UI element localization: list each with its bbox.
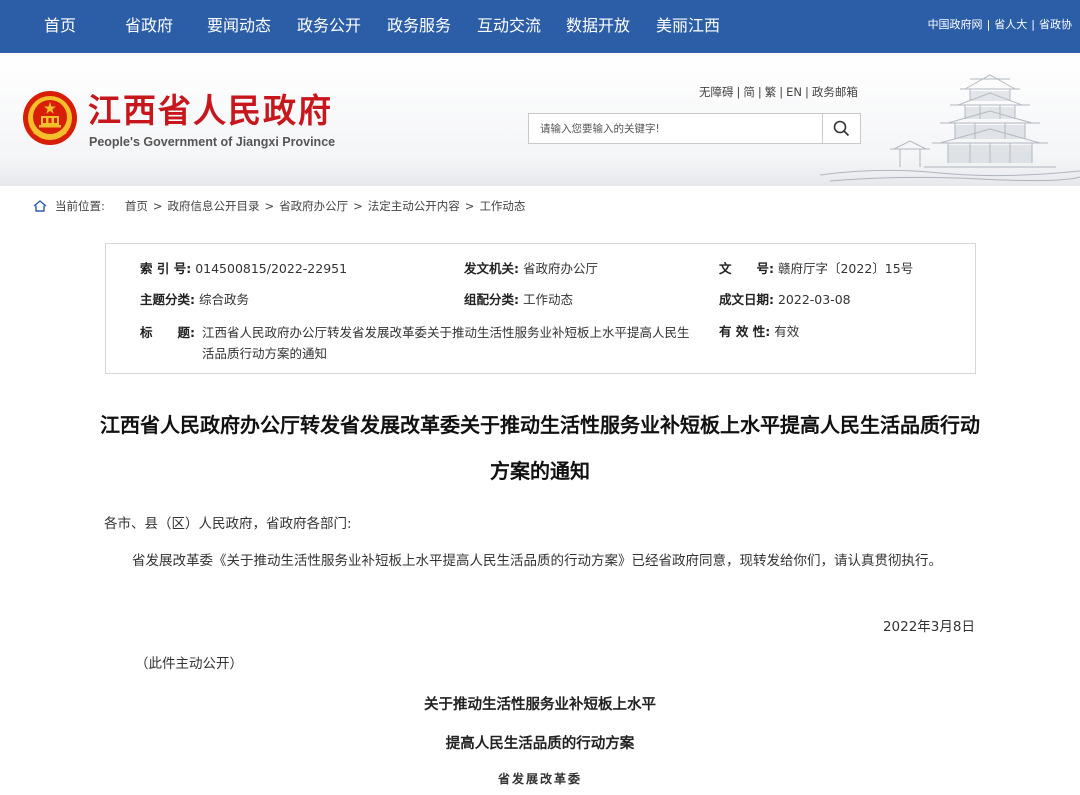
info-category-value: 工作动态	[522, 292, 573, 307]
article-title: 江西省人民政府办公厅转发省发展改革委关于推动生活性服务业补短板上水平提高人民生活…	[100, 413, 980, 483]
article-date: 2022年3月8日	[882, 619, 975, 635]
breadcrumb-public-content[interactable]: 法定主动公开内容	[368, 198, 460, 214]
info-docno-value: 赣府厅字〔2022〕15号	[777, 261, 914, 276]
plan-issuer: 省发展改革委	[497, 772, 582, 786]
nav-item-gov[interactable]: 省政府	[125, 15, 173, 37]
plan-title-line-1: 关于推动生活性服务业补短板上水平	[424, 697, 656, 713]
info-topic-value: 综合政务	[198, 292, 249, 307]
article-salutation: 各市、县（区）人民政府，省政府各部门:	[104, 516, 352, 532]
info-date-label: 成文日期:	[719, 292, 774, 307]
nav-item-home[interactable]: 首页	[44, 15, 76, 37]
link-provincial-cppcc[interactable]: 省政协	[1039, 18, 1072, 31]
info-category: 组配分类: 工作动态	[464, 290, 573, 310]
info-issuer: 发文机关: 省政府办公厅	[464, 259, 598, 279]
info-issuer-value: 省政府办公厅	[522, 261, 598, 276]
info-validity-label: 有 效 性:	[719, 324, 771, 339]
link-china-gov[interactable]: 中国政府网	[928, 18, 983, 31]
info-index-label: 索 引 号:	[140, 261, 192, 276]
search-input[interactable]	[529, 114, 823, 143]
search-box	[528, 113, 861, 144]
info-docno-label: 文 号:	[719, 261, 774, 276]
info-validity: 有 效 性: 有效	[719, 322, 799, 342]
breadcrumb-label: 当前位置:	[55, 199, 105, 213]
link-accessibility[interactable]: 无障碍	[699, 85, 734, 99]
nav-item-jiangxi[interactable]: 美丽江西	[656, 15, 720, 37]
top-right-links: 中国政府网 | 省人大 | 省政协	[927, 18, 1072, 31]
info-topic: 主题分类: 综合政务	[140, 290, 249, 310]
nav-item-interact[interactable]: 互动交流	[477, 15, 541, 37]
info-category-label: 组配分类:	[464, 292, 519, 307]
info-title-label: 标 题:	[140, 325, 195, 340]
nav-item-services[interactable]: 政务服务	[387, 15, 451, 37]
emblem-icon[interactable]	[22, 90, 78, 146]
link-simplified[interactable]: 简	[743, 85, 755, 99]
nav-item-news[interactable]: 要闻动态	[207, 15, 271, 37]
breadcrumb-general-office[interactable]: 省政府办公厅	[279, 198, 348, 214]
site-subtitle: People's Government of Jiangxi Province	[89, 135, 336, 149]
article-body: 省发展改革委《关于推动生活性服务业补短板上水平提高人民生活品质的行动方案》已经省…	[132, 553, 942, 569]
breadcrumb-info-directory[interactable]: 政府信息公开目录	[168, 198, 260, 214]
info-topic-label: 主题分类:	[140, 292, 195, 307]
home-icon	[33, 200, 47, 212]
nav-item-public[interactable]: 政务公开	[297, 15, 361, 37]
info-date-value: 2022-03-08	[777, 292, 851, 307]
link-provincial-congress[interactable]: 省人大	[994, 18, 1027, 31]
link-traditional[interactable]: 繁	[765, 85, 777, 99]
info-title-value: 江西省人民政府办公厅转发省发展改革委关于推动生活性服务业补短板上水平提高人民生活…	[202, 325, 690, 361]
article-note: （此件主动公开）	[135, 656, 243, 672]
info-date: 成文日期: 2022-03-08	[719, 290, 851, 310]
top-nav: 首页 省政府 要闻动态 政务公开 政务服务 互动交流 数据开放 美丽江西 中国政…	[0, 0, 1080, 53]
pavilion-illustration	[820, 74, 1080, 182]
info-validity-value: 有效	[774, 324, 800, 339]
info-docno: 文 号: 赣府厅字〔2022〕15号	[719, 259, 913, 279]
site-header: 江西省人民政府 People's Government of Jiangxi P…	[0, 53, 1080, 186]
info-issuer-label: 发文机关:	[464, 261, 519, 276]
info-index: 索 引 号: 014500815/2022-22951	[140, 259, 347, 279]
breadcrumb-work-news[interactable]: 工作动态	[479, 198, 525, 214]
info-index-value: 014500815/2022-22951	[195, 261, 348, 276]
plan-title-line-2: 提高人民生活品质的行动方案	[445, 736, 635, 752]
site-title[interactable]: 江西省人民政府	[88, 91, 333, 131]
breadcrumb-home[interactable]: 首页	[125, 198, 148, 214]
link-english[interactable]: EN	[786, 85, 802, 99]
nav-item-data[interactable]: 数据开放	[566, 15, 630, 37]
breadcrumb: 当前位置: 首页 > 政府信息公开目录 > 省政府办公厅 > 法定主动公开内容 > 工作…	[33, 198, 525, 214]
